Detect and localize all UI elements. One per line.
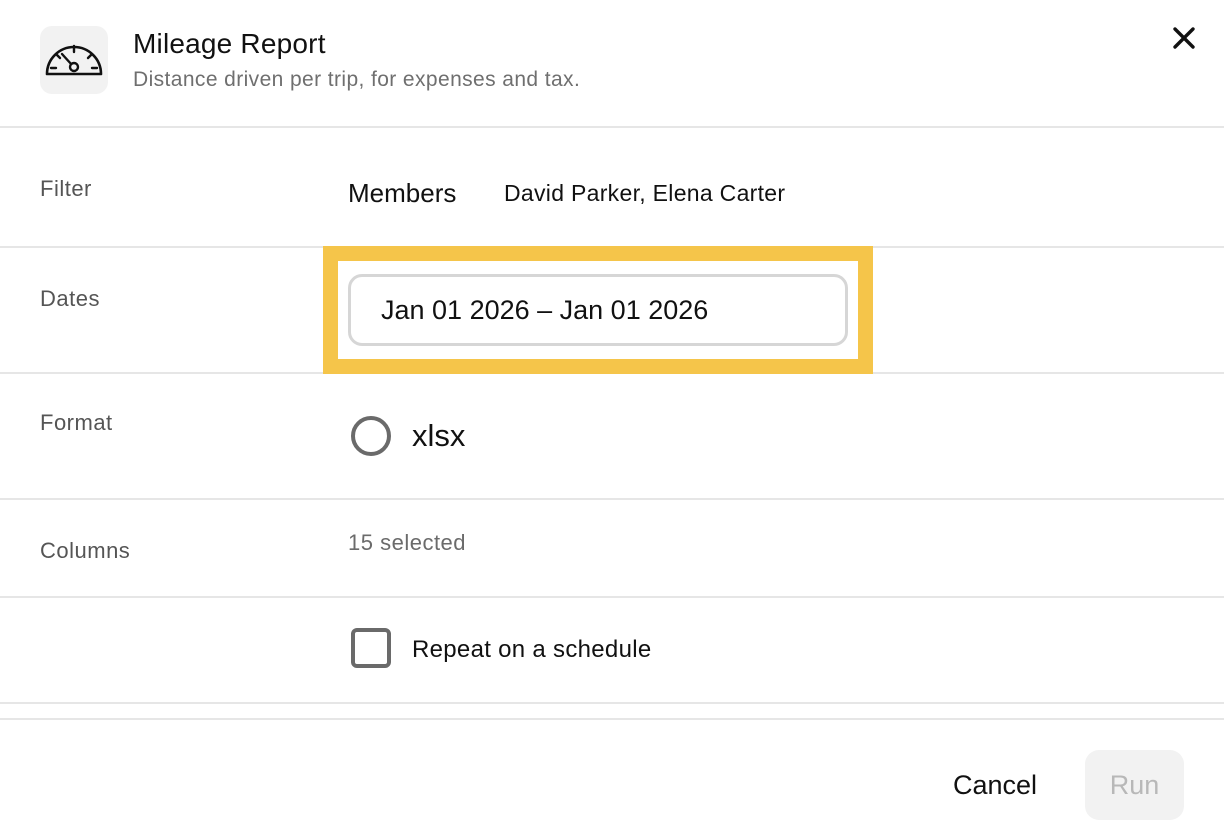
close-icon (1173, 27, 1195, 49)
repeat-schedule-checkbox[interactable] (351, 628, 391, 668)
format-label: Format (40, 410, 113, 435)
close-button[interactable] (1166, 20, 1202, 56)
filter-row: Filter Members David Parker, Elena Carte… (0, 128, 1224, 248)
filter-members-value[interactable]: David Parker, Elena Carter (504, 180, 785, 207)
columns-row: Columns 15 selected (0, 500, 1224, 598)
format-xlsx-label[interactable]: xlsx (412, 418, 465, 454)
format-xlsx-radio[interactable] (351, 416, 391, 456)
dialog-title: Mileage Report (133, 28, 326, 59)
speedometer-icon (40, 26, 108, 94)
cancel-button[interactable]: Cancel (930, 750, 1060, 820)
date-range-input[interactable]: Jan 01 2026 – Jan 01 2026 (348, 274, 848, 346)
dates-row: Dates Jan 01 2026 – Jan 01 2026 (0, 246, 1224, 374)
run-button[interactable]: Run (1085, 750, 1184, 820)
mileage-report-dialog: Mileage Report Distance driven per trip,… (0, 0, 1224, 840)
schedule-row: Repeat on a schedule (0, 598, 1224, 704)
columns-selected-count[interactable]: 15 selected (348, 530, 466, 556)
repeat-schedule-label[interactable]: Repeat on a schedule (412, 636, 652, 664)
dialog-header: Mileage Report Distance driven per trip,… (0, 0, 1224, 128)
columns-label: Columns (40, 538, 131, 563)
dates-label: Dates (40, 286, 100, 311)
format-row: Format xlsx (0, 374, 1224, 500)
filter-members-key[interactable]: Members (348, 178, 456, 209)
footer-divider (0, 718, 1224, 720)
filter-label: Filter (40, 176, 92, 201)
dialog-subtitle: Distance driven per trip, for expenses a… (133, 68, 581, 91)
